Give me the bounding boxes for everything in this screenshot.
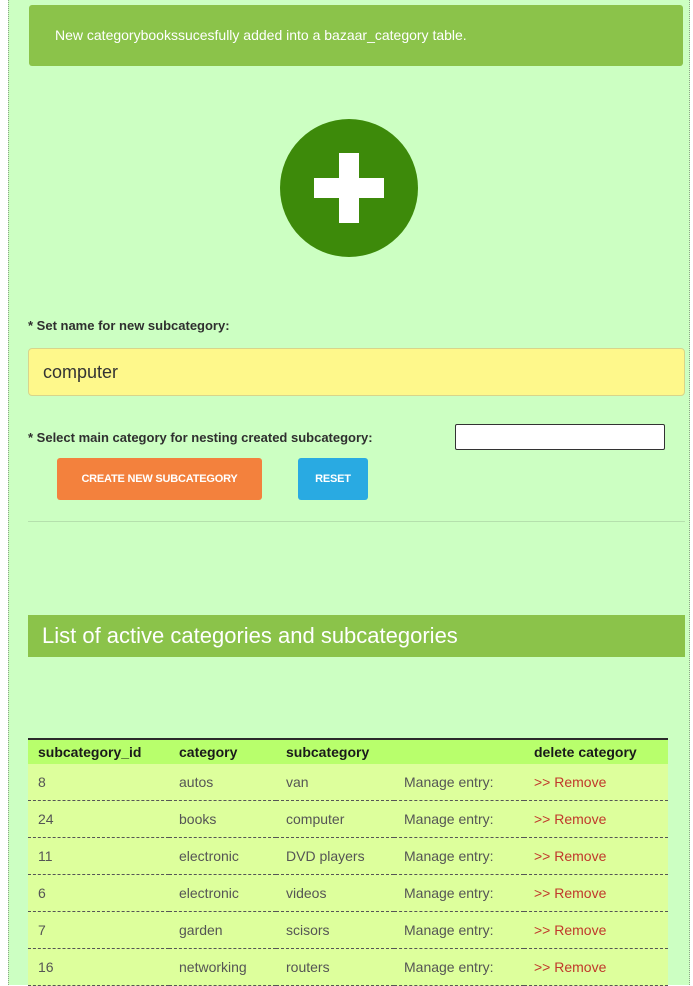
divider: [28, 521, 685, 522]
section-title: List of active categories and subcategor…: [28, 615, 685, 657]
table-row: 6 electronic videos Manage entry: >> Rem…: [28, 874, 668, 912]
cell-subcategory: DVD players: [276, 837, 394, 875]
cell-manage-entry: Manage entry:: [394, 948, 524, 986]
cell-category: books: [169, 800, 276, 838]
subcategory-name-label: * Set name for new subcategory:: [28, 318, 230, 333]
success-notice: New categorybookssucesfully added into a…: [29, 5, 683, 66]
remove-link[interactable]: >> Remove: [524, 764, 668, 801]
column-header-manage: [394, 738, 524, 764]
cell-subcategory: routers: [276, 948, 394, 986]
categories-table: subcategory_id category subcategory dele…: [28, 738, 668, 986]
column-header-category: category: [169, 738, 276, 764]
cell-category: networking: [169, 948, 276, 986]
cell-manage-entry: Manage entry:: [394, 874, 524, 912]
table-row: 24 books computer Manage entry: >> Remov…: [28, 800, 668, 838]
cell-subcategory-id: 8: [28, 764, 169, 801]
cell-manage-entry: Manage entry:: [394, 800, 524, 838]
remove-link[interactable]: >> Remove: [524, 800, 668, 838]
cell-subcategory-id: 16: [28, 948, 169, 986]
column-header-delete-category: delete category: [524, 738, 668, 764]
cell-category: garden: [169, 911, 276, 949]
column-header-subcategory-id: subcategory_id: [28, 738, 169, 764]
cell-category: electronic: [169, 837, 276, 875]
plus-circle-icon: [280, 119, 418, 257]
content-panel: New categorybookssucesfully added into a…: [8, 0, 690, 986]
cell-manage-entry: Manage entry:: [394, 837, 524, 875]
remove-link[interactable]: >> Remove: [524, 911, 668, 949]
table-header-row: subcategory_id category subcategory dele…: [28, 738, 668, 764]
cell-subcategory-id: 7: [28, 911, 169, 949]
table-row: 16 networking routers Manage entry: >> R…: [28, 948, 668, 986]
create-subcategory-button[interactable]: CREATE NEW SUBCATEGORY: [57, 458, 262, 500]
cell-subcategory: computer: [276, 800, 394, 838]
remove-link[interactable]: >> Remove: [524, 837, 668, 875]
cell-subcategory: videos: [276, 874, 394, 912]
column-header-subcategory: subcategory: [276, 738, 394, 764]
main-category-label: * Select main category for nesting creat…: [28, 430, 373, 445]
cell-subcategory: van: [276, 764, 394, 801]
cell-subcategory-id: 11: [28, 837, 169, 875]
cell-manage-entry: Manage entry:: [394, 911, 524, 949]
reset-button[interactable]: RESET: [298, 458, 368, 500]
cell-subcategory-id: 24: [28, 800, 169, 838]
cell-category: autos: [169, 764, 276, 801]
subcategory-name-input[interactable]: [28, 348, 685, 396]
table-row: 7 garden scisors Manage entry: >> Remove: [28, 911, 668, 949]
remove-link[interactable]: >> Remove: [524, 948, 668, 986]
remove-link[interactable]: >> Remove: [524, 874, 668, 912]
cell-manage-entry: Manage entry:: [394, 764, 524, 801]
table-row: 8 autos van Manage entry: >> Remove: [28, 764, 668, 801]
cell-subcategory-id: 6: [28, 874, 169, 912]
main-category-select[interactable]: [455, 424, 665, 450]
cell-category: electronic: [169, 874, 276, 912]
table-row: 11 electronic DVD players Manage entry: …: [28, 837, 668, 875]
cell-subcategory: scisors: [276, 911, 394, 949]
